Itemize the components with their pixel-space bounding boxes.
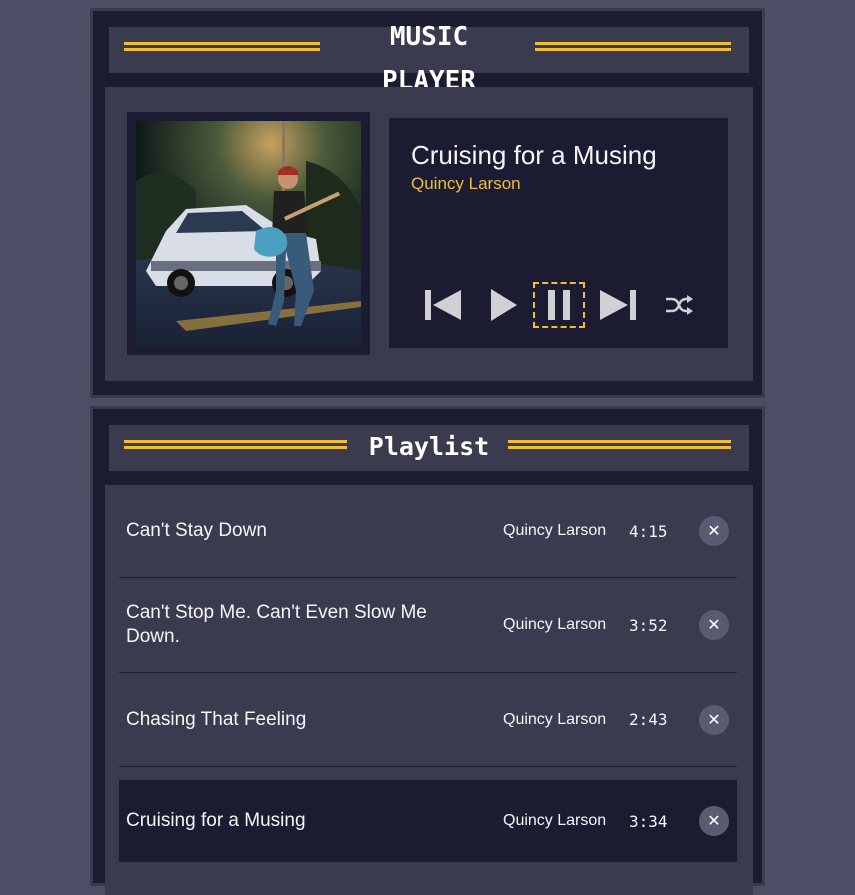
previous-button[interactable] bbox=[419, 283, 465, 327]
album-art-frame bbox=[127, 112, 370, 355]
delete-song-button[interactable]: ✕ bbox=[699, 806, 729, 836]
pause-icon bbox=[548, 290, 570, 320]
song-artist: Quincy Larson bbox=[503, 522, 607, 539]
playlist-header: Playlist bbox=[109, 425, 749, 471]
playlist-row[interactable]: Can't Stop Me. Can't Even Slow Me Down. … bbox=[119, 578, 737, 673]
delete-song-button[interactable]: ✕ bbox=[699, 610, 729, 640]
album-art bbox=[136, 121, 361, 346]
shuffle-button[interactable] bbox=[661, 283, 697, 327]
current-song-artist: Quincy Larson bbox=[411, 174, 521, 193]
header-decor-line-right bbox=[508, 440, 731, 449]
song-artist: Quincy Larson bbox=[503, 616, 607, 633]
song-duration: 4:15 bbox=[629, 521, 668, 541]
player: MUSIC PLAYER Cruising for a Musing Quinc… bbox=[90, 8, 765, 398]
close-icon: ✕ bbox=[707, 617, 721, 634]
now-playing: Cruising for a Musing Quincy Larson bbox=[389, 118, 728, 348]
shuffle-icon bbox=[666, 295, 693, 315]
next-button[interactable] bbox=[597, 283, 641, 327]
playlist-content: Can't Stay Down Quincy Larson 4:15 ✕ Can… bbox=[105, 485, 753, 895]
song-title[interactable]: Chasing That Feeling bbox=[126, 708, 456, 732]
delete-song-button[interactable]: ✕ bbox=[699, 516, 729, 546]
current-song-title: Cruising for a Musing bbox=[411, 140, 657, 170]
song-title[interactable]: Cruising for a Musing bbox=[126, 809, 456, 833]
song-duration: 3:52 bbox=[629, 615, 668, 635]
previous-icon bbox=[425, 290, 461, 320]
song-title[interactable]: Can't Stop Me. Can't Even Slow Me Down. bbox=[126, 601, 456, 649]
playlist-row-active[interactable]: Cruising for a Musing Quincy Larson 3:34… bbox=[119, 780, 737, 862]
close-icon: ✕ bbox=[707, 813, 721, 830]
song-duration: 2:43 bbox=[629, 710, 668, 729]
playlist-row[interactable]: Chasing That Feeling Quincy Larson 2:43 … bbox=[119, 673, 737, 767]
player-heading-line1: MUSIC bbox=[389, 22, 469, 52]
close-icon: ✕ bbox=[707, 711, 721, 729]
delete-song-button[interactable]: ✕ bbox=[699, 704, 729, 735]
play-icon bbox=[491, 289, 517, 321]
song-artist: Quincy Larson bbox=[503, 812, 607, 829]
close-icon: ✕ bbox=[707, 523, 721, 540]
song-title[interactable]: Can't Stay Down bbox=[126, 519, 456, 543]
playlist: Playlist Can't Stay Down Quincy Larson 4… bbox=[90, 406, 765, 895]
song-artist: Quincy Larson bbox=[503, 710, 607, 728]
play-button[interactable] bbox=[483, 283, 523, 327]
pause-button[interactable] bbox=[533, 282, 585, 328]
song-duration: 3:34 bbox=[629, 811, 668, 831]
player-header: MUSIC PLAYER bbox=[109, 22, 749, 96]
album-art-image bbox=[136, 121, 361, 346]
playlist-row[interactable]: Can't Stay Down Quincy Larson 4:15 ✕ bbox=[119, 485, 737, 578]
header-decor-line-left bbox=[124, 440, 347, 449]
next-icon bbox=[600, 290, 636, 320]
header-decor-line-right bbox=[535, 42, 731, 51]
header-decor-line-left bbox=[124, 42, 320, 51]
player-content: Cruising for a Musing Quincy Larson bbox=[105, 87, 753, 381]
playlist-heading: Playlist bbox=[368, 432, 490, 461]
